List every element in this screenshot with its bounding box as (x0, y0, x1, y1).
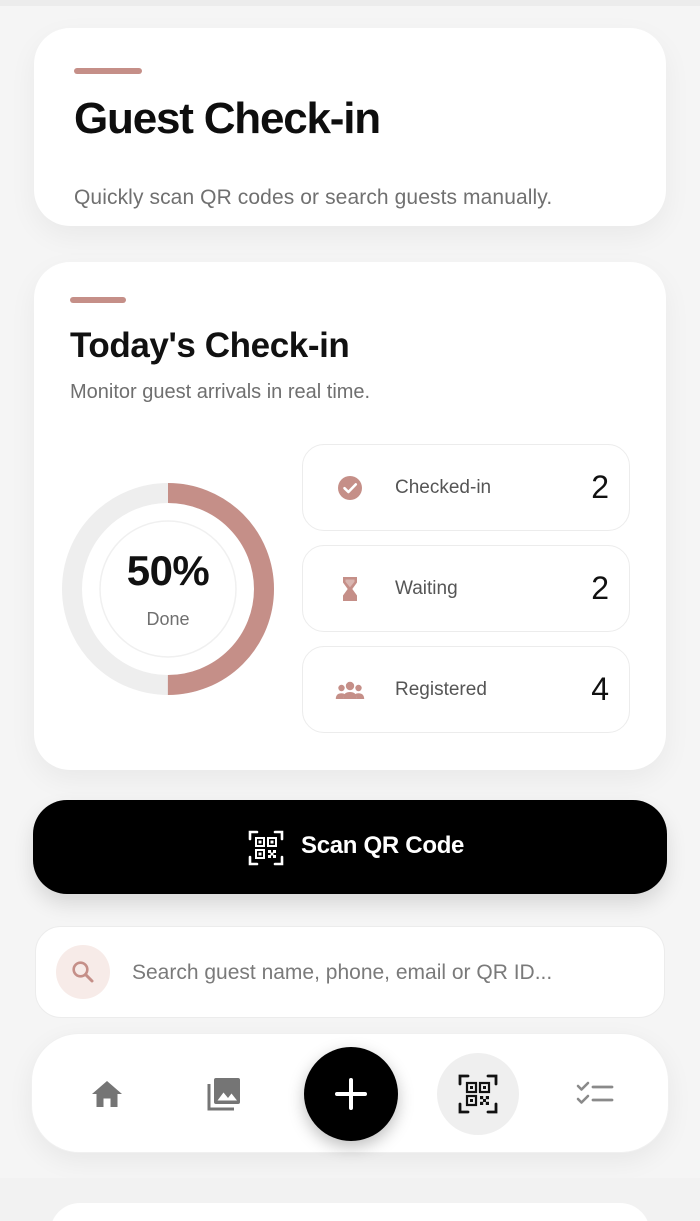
add-icon (335, 1078, 367, 1110)
scan-qr-button[interactable]: Scan QR Code (33, 800, 667, 894)
guest-search (35, 926, 665, 1018)
accent-line (74, 68, 142, 74)
nav-checklist[interactable] (550, 1034, 640, 1154)
top-edge (0, 0, 700, 6)
scan-qr-label: Scan QR Code (301, 832, 465, 859)
stat-value: 2 (591, 469, 609, 505)
search-icon[interactable] (56, 945, 110, 999)
add-button[interactable] (304, 1047, 398, 1141)
stat-label: Waiting (395, 578, 458, 599)
check-circle-icon (335, 475, 365, 501)
progress-label: Done (146, 609, 190, 629)
section-title: Today's Check-in (70, 326, 350, 365)
stat-registered: Registered 4 (302, 646, 630, 733)
today-checkin-card: Today's Check-in Monitor guest arrivals … (34, 262, 666, 770)
checklist-icon (576, 1081, 614, 1104)
nav-home[interactable] (62, 1034, 152, 1154)
nav-qr-scan[interactable] (437, 1053, 519, 1135)
next-card-peek (50, 1203, 650, 1221)
stat-value: 2 (591, 570, 609, 606)
progress-percent: 50% (126, 547, 210, 594)
section-subtitle: Monitor guest arrivals in real time. (70, 381, 371, 403)
hourglass-icon (335, 576, 365, 602)
accent-line (70, 297, 126, 303)
qr-scan-icon (248, 830, 284, 866)
page-title: Guest Check-in (74, 94, 381, 143)
qr-scan-icon (458, 1074, 498, 1114)
stat-label: Checked-in (395, 477, 492, 498)
header-card: Guest Check-in Quickly scan QR codes or … (34, 28, 666, 226)
group-icon (335, 677, 365, 703)
stat-label: Registered (395, 679, 487, 700)
search-input[interactable] (132, 949, 642, 997)
page-subtitle: Quickly scan QR codes or search guests m… (74, 186, 553, 209)
progress-ring: 50% Done (60, 481, 276, 697)
nav-gallery[interactable] (179, 1034, 269, 1154)
stat-value: 4 (591, 671, 609, 707)
home-icon (92, 1081, 122, 1107)
bottom-nav (31, 1033, 669, 1153)
stat-checked-in: Checked-in 2 (302, 444, 630, 531)
gallery-icon (207, 1078, 240, 1111)
stat-waiting: Waiting 2 (302, 545, 630, 632)
